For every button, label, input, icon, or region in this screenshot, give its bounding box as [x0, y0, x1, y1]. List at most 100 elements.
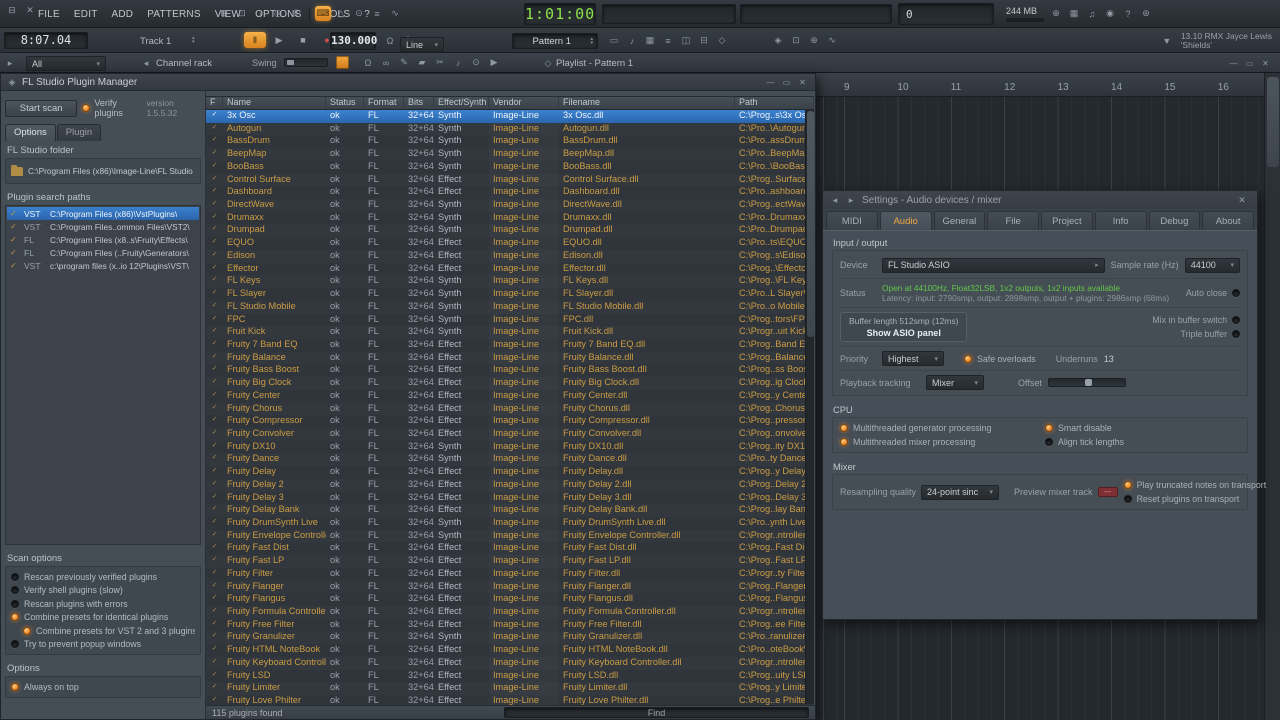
device-dropdown[interactable]: FL Studio ASIO ▸ — [882, 258, 1105, 273]
favorite-check-icon[interactable]: ✓ — [206, 148, 223, 161]
time-display[interactable]: 1:01:00 — [524, 3, 596, 25]
plugin-row[interactable]: ✓Fruity Delay 2okFL32+64EffectImage-Line… — [206, 479, 814, 492]
favorite-check-icon[interactable]: ✓ — [206, 593, 223, 606]
favorite-check-icon[interactable]: ✓ — [206, 199, 223, 212]
favorite-check-icon[interactable]: ✓ — [206, 390, 223, 403]
plugin-row[interactable]: ✓Fruity DX10okFL32+64SynthImage-LineFrui… — [206, 441, 814, 454]
column-header[interactable]: Name — [223, 97, 326, 109]
plugin-row[interactable]: ✓Fruit KickokFL32+64SynthImage-LineFruit… — [206, 326, 814, 339]
favorite-check-icon[interactable]: ✓ — [206, 631, 223, 644]
plugin-row[interactable]: ✓Fruity Delay BankokFL32+64EffectImage-L… — [206, 504, 814, 517]
settings-tab[interactable]: File — [987, 211, 1039, 230]
browser-icon[interactable]: ◫ — [678, 33, 694, 48]
slice-icon[interactable]: ✂ — [432, 55, 448, 70]
favorite-check-icon[interactable]: ✓ — [206, 644, 223, 657]
column-header[interactable]: Effect/Synth — [434, 97, 489, 109]
favorite-check-icon[interactable]: ✓ — [206, 619, 223, 632]
plugin-row[interactable]: ✓FL SlayerokFL32+64SynthImage-LineFL Sla… — [206, 288, 814, 301]
detached-windows-icon[interactable]: ⊞ — [216, 6, 232, 21]
settings-tab[interactable]: Project — [1041, 211, 1093, 230]
plugin-row[interactable]: ✓EdisonokFL32+64EffectImage-LineEdison.d… — [206, 250, 814, 263]
favorite-check-icon[interactable]: ✓ — [206, 428, 223, 441]
fl-folder-row[interactable]: C:\Program Files (x86)\Image-Line\FL Stu… — [9, 162, 197, 180]
close-icon[interactable]: ✕ — [796, 76, 809, 88]
plugin-row[interactable]: ✓DirectWaveokFL32+64SynthImage-LineDirec… — [206, 199, 814, 212]
touch-controller-icon[interactable]: ⊡ — [788, 33, 804, 48]
plugin-row[interactable]: ✓Fruity Fast DistokFL32+64EffectImage-Li… — [206, 542, 814, 555]
minimize-icon[interactable]: — — [764, 76, 777, 88]
maximize-icon[interactable]: ▭ — [780, 76, 793, 88]
favorite-check-icon[interactable]: ✓ — [206, 530, 223, 543]
favorite-check-icon[interactable]: ✓ — [206, 174, 223, 187]
paint-icon[interactable]: ▰ — [414, 55, 430, 70]
plugin-row[interactable]: ✓Fruity ChorusokFL32+64EffectImage-LineF… — [206, 403, 814, 416]
preview-track-selector[interactable]: --- — [1098, 487, 1118, 497]
plugin-row[interactable]: ✓FL KeysokFL32+64SynthImage-LineFL Keys.… — [206, 275, 814, 288]
favorite-check-icon[interactable]: ✓ — [206, 441, 223, 454]
plugin-row[interactable]: ✓Fruity FlangusokFL32+64EffectImage-Line… — [206, 593, 814, 606]
auto-close-toggle[interactable]: Auto close — [1186, 288, 1240, 298]
plugin-row[interactable]: ✓Fruity HTML NoteBookokFL32+64EffectImag… — [206, 644, 814, 657]
track-stepper[interactable]: ▴▾ — [192, 36, 195, 44]
scan-option-toggle[interactable]: Try to prevent popup windows — [9, 638, 197, 652]
plugin-row[interactable]: ✓Fruity ConvolverokFL32+64EffectImage-Li… — [206, 428, 814, 441]
find-input[interactable]: Find — [504, 707, 809, 718]
favorite-check-icon[interactable]: ✓ — [206, 352, 223, 365]
cpu-option-toggle[interactable]: Smart disable — [1045, 423, 1240, 433]
mute-icon[interactable]: ♪ — [450, 55, 466, 70]
favorite-check-icon[interactable]: ✓ — [206, 314, 223, 327]
favorite-check-icon[interactable]: ✓ — [206, 606, 223, 619]
playlist-scrollbar[interactable] — [1264, 73, 1280, 720]
search-paths-list[interactable]: ✓ VST C:\Program Files (x86)\VstPlugins\… — [5, 205, 201, 545]
typing-keyboard-piano-icon[interactable]: ⌨ — [315, 6, 331, 21]
favorite-check-icon[interactable]: ✓ — [206, 517, 223, 530]
blend-notes-icon[interactable]: ♪ — [252, 6, 268, 21]
column-header[interactable]: Format — [364, 97, 404, 109]
pattern-stepper[interactable]: ▴▾ — [590, 37, 593, 45]
cpu-option-toggle[interactable]: Multithreaded mixer processing — [840, 437, 1035, 447]
pattern-selector[interactable]: Pattern 1 ▴▾ — [512, 33, 598, 49]
favorite-check-icon[interactable]: ✓ — [206, 415, 223, 428]
plugin-table-scrollbar[interactable] — [805, 110, 814, 704]
plugin-manager-tab[interactable]: Options — [5, 124, 56, 141]
mix-buffer-toggle[interactable]: Mix in buffer switch — [1152, 315, 1240, 325]
scan-option-toggle[interactable]: Rescan previously verified plugins — [9, 570, 197, 584]
option-toggle[interactable]: Always on top — [9, 680, 197, 694]
settings-tab[interactable]: About — [1202, 211, 1254, 230]
favorite-check-icon[interactable]: ✓ — [206, 263, 223, 276]
favorite-check-icon[interactable]: ✓ — [206, 110, 223, 123]
step-sequencer-grid-icon[interactable] — [336, 56, 349, 69]
mixer-option-toggle[interactable]: Reset plugins on transport — [1124, 494, 1267, 504]
plugin-row[interactable]: ✓DrumaxxokFL32+64SynthImage-LineDrumaxx.… — [206, 212, 814, 225]
maximize-icon[interactable]: ▭ — [1243, 57, 1256, 69]
favorite-check-icon[interactable]: ✓ — [206, 479, 223, 492]
sample-rate-dropdown[interactable]: 44100 ▾ — [1185, 258, 1240, 273]
favorite-check-icon[interactable]: ✓ — [206, 326, 223, 339]
plugin-row[interactable]: ✓BeepMapokFL32+64SynthImage-LineBeepMap.… — [206, 148, 814, 161]
metronome-icon[interactable]: △ — [333, 6, 349, 21]
menu-item[interactable]: FILE — [32, 9, 66, 20]
multilink-icon[interactable]: ∿ — [387, 6, 403, 21]
scroll-thumb[interactable] — [807, 111, 814, 337]
channel-rack-label[interactable]: Channel rack — [156, 58, 212, 69]
scan-option-toggle[interactable]: Combine presets for identical plugins — [9, 611, 197, 625]
buffer-panel[interactable]: Buffer length 512smp (12ms) Show ASIO pa… — [840, 312, 967, 342]
sync-icon[interactable]: ⊛ — [1138, 6, 1154, 21]
plugin-table-header[interactable]: F Name Status Format Bits Effect/Synth V… — [206, 97, 814, 110]
favorite-check-icon[interactable]: ✓ — [206, 237, 223, 250]
offset-knob[interactable] — [1085, 379, 1092, 386]
settings-tab[interactable]: Debug — [1149, 211, 1201, 230]
back-arrow-icon[interactable]: ◂ — [830, 193, 840, 208]
offset-slider[interactable] — [1048, 378, 1126, 387]
plugin-row[interactable]: ✓Fruity FlangerokFL32+64EffectImage-Line… — [206, 581, 814, 594]
favorite-check-icon[interactable]: ✓ — [206, 695, 223, 705]
rendering-icon[interactable]: ▦ — [1066, 6, 1082, 21]
column-header[interactable]: Filename — [559, 97, 735, 109]
favorite-check-icon[interactable]: ✓ — [206, 288, 223, 301]
search-path-row[interactable]: ✓ FL C:\Program Files (..Fruity\Generato… — [7, 246, 199, 259]
track-label[interactable]: Track 1 — [140, 36, 171, 47]
plugin-row[interactable]: ✓FL Studio MobileokFL32+64SynthImage-Lin… — [206, 301, 814, 314]
help-icon[interactable]: ? — [1120, 6, 1136, 21]
playlist-timeline[interactable]: 910111213141516 — [816, 73, 1264, 97]
settings-tab[interactable]: Audio — [880, 211, 932, 230]
